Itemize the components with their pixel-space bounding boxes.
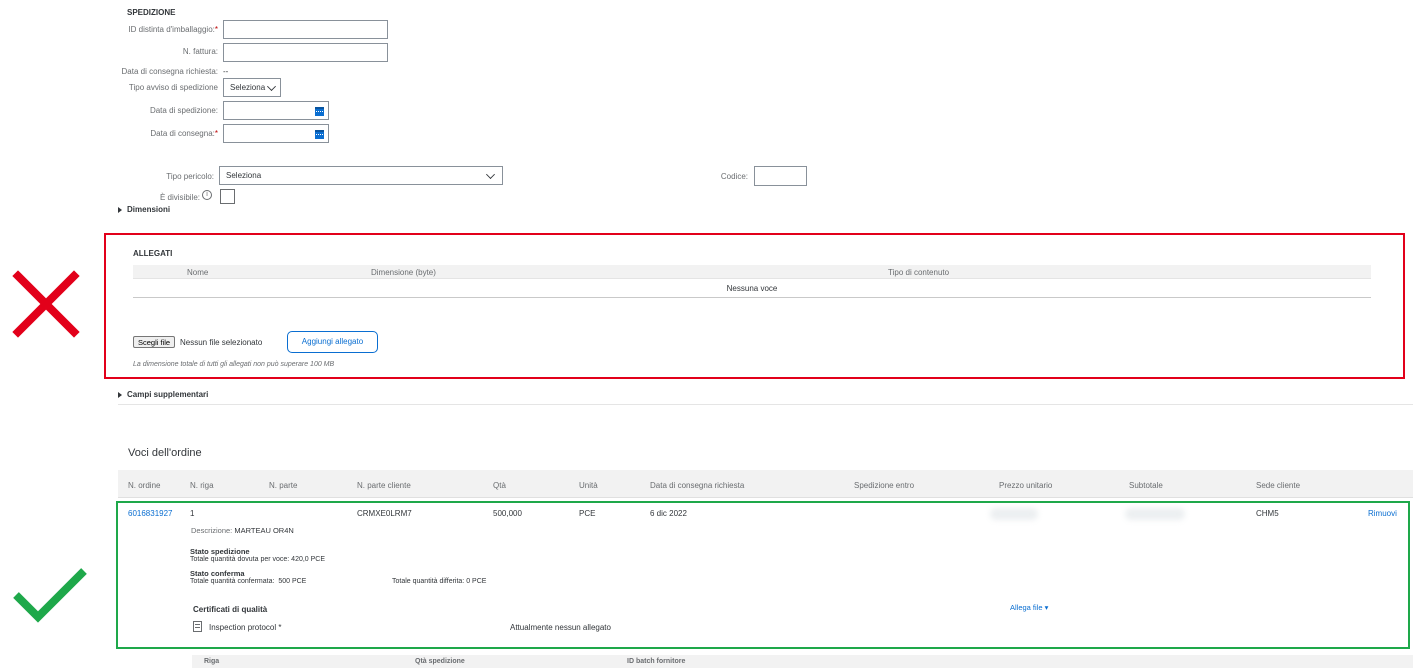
remove-link[interactable]: Rimuovi <box>1368 509 1397 518</box>
col-line: Riga <box>204 658 220 665</box>
divisible-label: È divisibile: <box>159 193 200 202</box>
confirm-status-title: Stato conferma <box>190 569 245 578</box>
chevron-down-icon <box>267 82 276 91</box>
choose-file-button[interactable]: Scegli file <box>133 336 176 348</box>
ship-status-title: Stato spedizione <box>190 547 250 556</box>
requested-delivery-value: -- <box>223 67 229 76</box>
add-attachment-button[interactable]: Aggiungi allegato <box>287 331 378 353</box>
dimensions-toggle[interactable]: Dimensioni <box>118 205 170 214</box>
col-part-no: N. parte <box>269 481 298 490</box>
expand-arrow-icon <box>118 206 122 213</box>
order-item-highlight-frame <box>116 501 1410 649</box>
order-number-link[interactable]: 6016831927 <box>128 509 173 518</box>
attachments-size-note: La dimensione totale di tutti gli allega… <box>133 361 335 368</box>
divisible-checkbox[interactable] <box>220 189 235 204</box>
chevron-down-icon: ▾ <box>1044 603 1049 612</box>
col-ship-by: Spedizione entro <box>854 481 915 490</box>
attachments-table-header: Nome Dimensione (byte) Tipo di contenuto <box>133 265 1371 279</box>
hazard-type-label: Tipo pericolo: <box>166 172 214 181</box>
order-items-title: Voci dell'ordine <box>128 447 202 459</box>
info-icon[interactable]: i <box>202 190 212 200</box>
delivery-date-input[interactable] <box>223 124 329 143</box>
invoice-input[interactable] <box>223 43 388 62</box>
col-name: Nome <box>187 268 209 277</box>
notice-type-select[interactable]: Seleziona <box>223 78 281 97</box>
col-customer-part: N. parte cliente <box>357 481 411 490</box>
col-unit-price: Prezzo unitario <box>999 481 1053 490</box>
order-items-header: N. ordine N. riga N. parte N. parte clie… <box>118 470 1413 498</box>
col-customer-site: Sede cliente <box>1256 481 1301 490</box>
quality-certificates-title: Certificati di qualità <box>193 605 268 614</box>
ship-status-text: Totale quantità dovuta per voce: 420,0 P… <box>190 556 326 563</box>
no-file-text: Nessun file selezionato <box>180 338 263 347</box>
hazard-type-select[interactable]: Seleziona <box>219 166 503 185</box>
inspection-protocol-label: Inspection protocol * <box>209 623 282 632</box>
packing-slip-label: ID distinta d'imballaggio:* <box>128 25 218 34</box>
requested-delivery-date: 6 dic 2022 <box>650 509 687 518</box>
no-attachment-text: Attualmente nessun allegato <box>510 623 611 632</box>
requested-delivery-label: Data di consegna richiesta: <box>121 67 219 76</box>
col-ship-qty: Qtà spedizione <box>415 658 465 665</box>
attachments-title: ALLEGATI <box>133 249 173 258</box>
expand-arrow-icon <box>118 391 122 398</box>
description: Descrizione: MARTEAU OR4N <box>191 526 294 535</box>
confirmed-qty-text: Totale quantità confermata: 500 PCE <box>190 578 307 585</box>
green-checkmark-icon <box>13 568 87 623</box>
col-unit: Unità <box>579 481 598 490</box>
delivery-date-label: Data di consegna:* <box>150 129 218 138</box>
col-qty: Qtà <box>493 481 506 490</box>
code-label: Codice: <box>720 172 748 181</box>
blurred-subtotal <box>1125 508 1185 520</box>
col-subtotal: Subtotale <box>1129 481 1163 490</box>
attachments-empty-row: Nessuna voce <box>133 280 1371 298</box>
red-cross-icon <box>12 270 80 338</box>
shipment-section-title: SPEDIZIONE <box>127 8 176 17</box>
unit: PCE <box>579 509 596 518</box>
col-size: Dimensione (byte) <box>371 268 436 277</box>
document-icon <box>193 621 202 632</box>
customer-part-number: CRMXE0LRM7 <box>357 509 412 518</box>
code-input[interactable] <box>754 166 807 186</box>
calendar-icon[interactable] <box>315 107 324 117</box>
notice-type-label: Tipo avviso di spedizione <box>128 83 218 92</box>
divider <box>118 404 1413 405</box>
chevron-down-icon <box>486 170 495 179</box>
ship-date-label: Data di spedizione: <box>149 106 218 115</box>
ship-date-input[interactable] <box>223 101 329 120</box>
supplementary-toggle[interactable]: Campi supplementari <box>118 390 208 399</box>
invoice-label: N. fattura: <box>182 47 218 56</box>
attachments-highlight-frame <box>104 233 1405 379</box>
col-delivery-date: Data di consegna richiesta <box>650 481 745 490</box>
shipment-lines-header: Riga Qtà spedizione ID batch fornitore <box>192 655 1413 668</box>
calendar-icon[interactable] <box>315 130 324 140</box>
deferred-qty-text: Totale quantità differita: 0 PCE <box>392 578 487 585</box>
col-order-no: N. ordine <box>128 481 161 490</box>
attach-file-link[interactable]: Allega file ▾ <box>1010 603 1048 612</box>
col-batch-id: ID batch fornitore <box>627 658 686 665</box>
packing-slip-input[interactable] <box>223 20 388 39</box>
col-content-type: Tipo di contenuto <box>888 268 950 277</box>
customer-site: CHM5 <box>1256 509 1279 518</box>
line-number: 1 <box>190 509 195 518</box>
col-line-no: N. riga <box>190 481 214 490</box>
quantity: 500,000 <box>493 509 522 518</box>
blurred-unit-price <box>990 508 1038 520</box>
